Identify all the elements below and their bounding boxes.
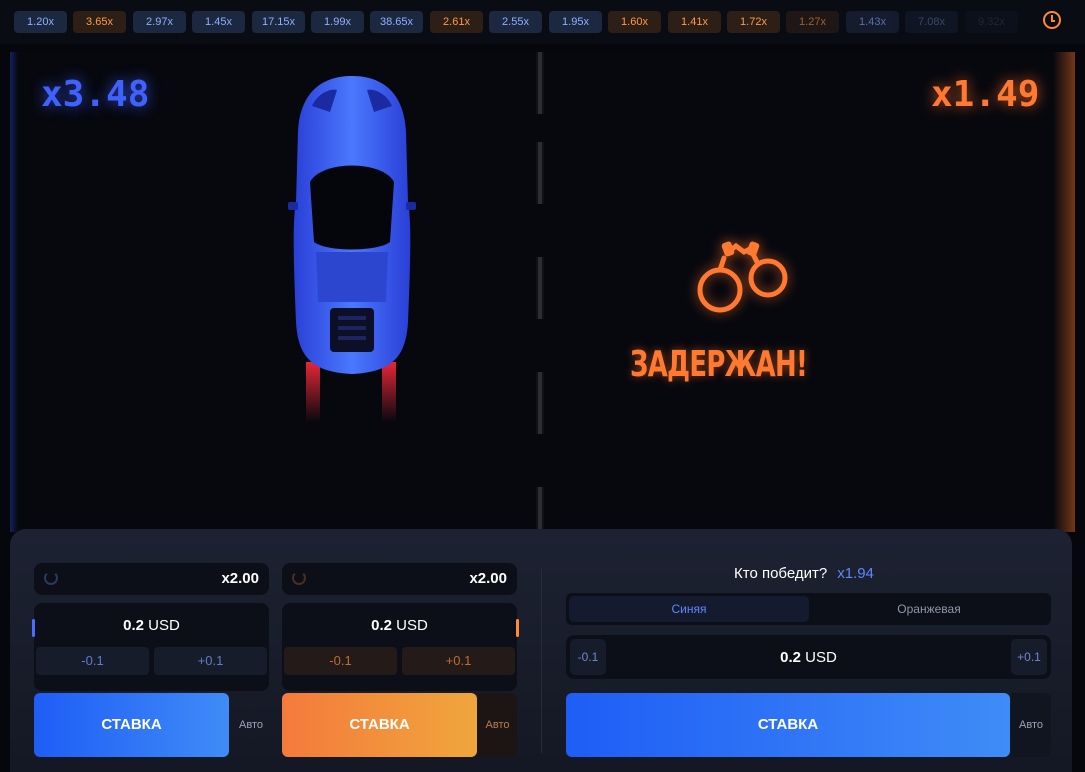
history-chip[interactable]: 2.97x — [133, 11, 186, 33]
history-chip[interactable]: 1.27x — [786, 11, 839, 33]
history-chip[interactable]: 1.41x — [668, 11, 721, 33]
history-chip[interactable]: 1.99x — [311, 11, 364, 33]
blue-currency: USD — [148, 617, 180, 634]
blue-plus-button[interactable]: +0.1 — [154, 647, 267, 675]
history-chip[interactable]: 3.65x — [73, 11, 126, 33]
blue-minus-button[interactable]: -0.1 — [36, 647, 149, 675]
orange-currency: USD — [396, 617, 428, 634]
history-chip[interactable]: 2.55x — [489, 11, 542, 33]
winner-amount-value: 0.2 — [780, 649, 801, 666]
tab-blue[interactable]: Синяя — [569, 596, 809, 622]
orange-autocash-value: x2.00 — [469, 570, 507, 587]
winner-bet-button[interactable]: СТАВКА — [566, 693, 1010, 757]
winner-odds: x1.94 — [837, 565, 874, 582]
winner-amount: 0.2 USD — [566, 649, 1051, 666]
history-chip[interactable]: 1.95x — [549, 11, 602, 33]
orange-auto-button[interactable]: Авто — [478, 693, 517, 757]
blue-autocash-field[interactable]: x2.00 — [34, 563, 269, 595]
history-bar: 1.20x 3.65x 2.97x 1.45x 17.15x 1.99x 38.… — [0, 0, 1085, 44]
orange-minus-button[interactable]: -0.1 — [284, 647, 397, 675]
winner-plus-button[interactable]: +0.1 — [1011, 639, 1047, 675]
history-chip[interactable]: 1.20x — [14, 11, 67, 33]
lane-dash — [536, 142, 544, 204]
blue-amount: 0.2 USD — [34, 617, 269, 634]
blue-bet-button[interactable]: СТАВКА — [34, 693, 229, 757]
orange-bet-button[interactable]: СТАВКА — [282, 693, 477, 757]
history-chip[interactable]: 2.61x — [430, 11, 483, 33]
history-chip[interactable]: 9.32x — [965, 11, 1018, 33]
history-chip[interactable]: 1.45x — [192, 11, 245, 33]
race-track: x3.48 x1.49 ЗАДЕРЖАН! — [10, 52, 1075, 532]
blue-amount-value: 0.2 — [123, 617, 144, 634]
winner-amount-field[interactable]: -0.1 0.2 USD +0.1 — [566, 635, 1051, 679]
blue-multiplier: x3.48 — [41, 74, 150, 115]
blue-car-icon — [288, 76, 416, 422]
autocash-toggle-icon[interactable] — [292, 571, 306, 585]
history-chip[interactable]: 1.43x — [846, 11, 899, 33]
winner-auto-button[interactable]: Авто — [1011, 693, 1051, 757]
winner-question-text: Кто победит? — [734, 565, 828, 582]
handcuffs-icon — [697, 241, 788, 313]
orange-autocash-field[interactable]: x2.00 — [282, 563, 517, 595]
lane-dash — [536, 487, 544, 532]
lane-dash — [536, 52, 544, 114]
orange-glow — [1053, 52, 1075, 532]
lane-dash — [536, 257, 544, 319]
tab-orange[interactable]: Оранжевая — [809, 596, 1049, 622]
orange-amount: 0.2 USD — [282, 617, 517, 634]
orange-amount-field[interactable]: 0.2 USD -0.1 +0.1 — [282, 603, 519, 691]
lane-dash — [536, 372, 544, 434]
blue-autocash-value: x2.00 — [221, 570, 259, 587]
blue-auto-button[interactable]: Авто — [231, 693, 271, 757]
panel-divider — [541, 568, 542, 753]
history-chip[interactable]: 1.72x — [727, 11, 780, 33]
history-chip[interactable]: 38.65x — [370, 11, 423, 33]
history-chip[interactable]: 1.60x — [608, 11, 661, 33]
blue-amount-field[interactable]: 0.2 USD -0.1 +0.1 — [32, 603, 269, 691]
history-chip[interactable]: 7.08x — [905, 11, 958, 33]
busted-status: ЗАДЕРЖАН! — [630, 344, 808, 385]
winner-question: Кто победит? x1.94 — [734, 565, 874, 582]
team-tabs: Синяя Оранжевая — [566, 593, 1051, 625]
history-chip[interactable]: 17.15x — [252, 11, 305, 33]
autocash-toggle-icon[interactable] — [44, 571, 58, 585]
orange-multiplier: x1.49 — [931, 74, 1040, 115]
orange-plus-button[interactable]: +0.1 — [402, 647, 515, 675]
blue-glow — [10, 52, 18, 532]
winner-currency: USD — [805, 649, 837, 666]
history-clock-icon[interactable] — [1043, 11, 1061, 29]
orange-amount-value: 0.2 — [371, 617, 392, 634]
